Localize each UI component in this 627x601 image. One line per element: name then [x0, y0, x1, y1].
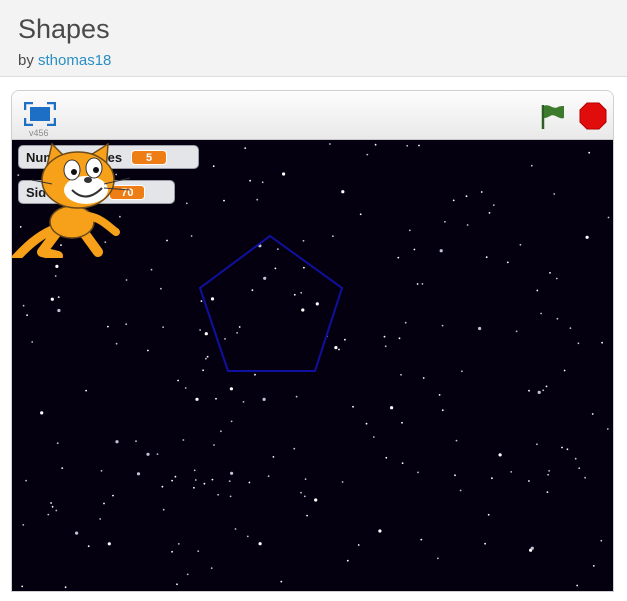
- author-link[interactable]: sthomas18: [38, 52, 111, 69]
- fullscreen-icon: [23, 101, 57, 127]
- player-controls: v456: [12, 91, 613, 140]
- stop-sign-icon: [579, 102, 607, 130]
- by-label: by: [18, 52, 34, 69]
- stage[interactable]: NumberofSides 5 Side Length 70: [12, 140, 613, 591]
- scratch-player: v456 NumberofSides 5 Side Length 70: [11, 90, 614, 592]
- green-flag-button[interactable]: [538, 102, 566, 130]
- stop-button[interactable]: [578, 101, 608, 131]
- pentagon-shape: [198, 234, 344, 372]
- scratch-cat-sprite[interactable]: [12, 140, 134, 258]
- green-flag-icon: [541, 105, 564, 129]
- project-byline: by sthomas18: [18, 52, 111, 69]
- fullscreen-button[interactable]: [23, 101, 57, 127]
- project-title: Shapes: [18, 14, 110, 44]
- version-label: v456: [29, 128, 49, 138]
- project-header: Shapes by sthomas18: [0, 0, 627, 77]
- monitor-value: 5: [131, 149, 168, 165]
